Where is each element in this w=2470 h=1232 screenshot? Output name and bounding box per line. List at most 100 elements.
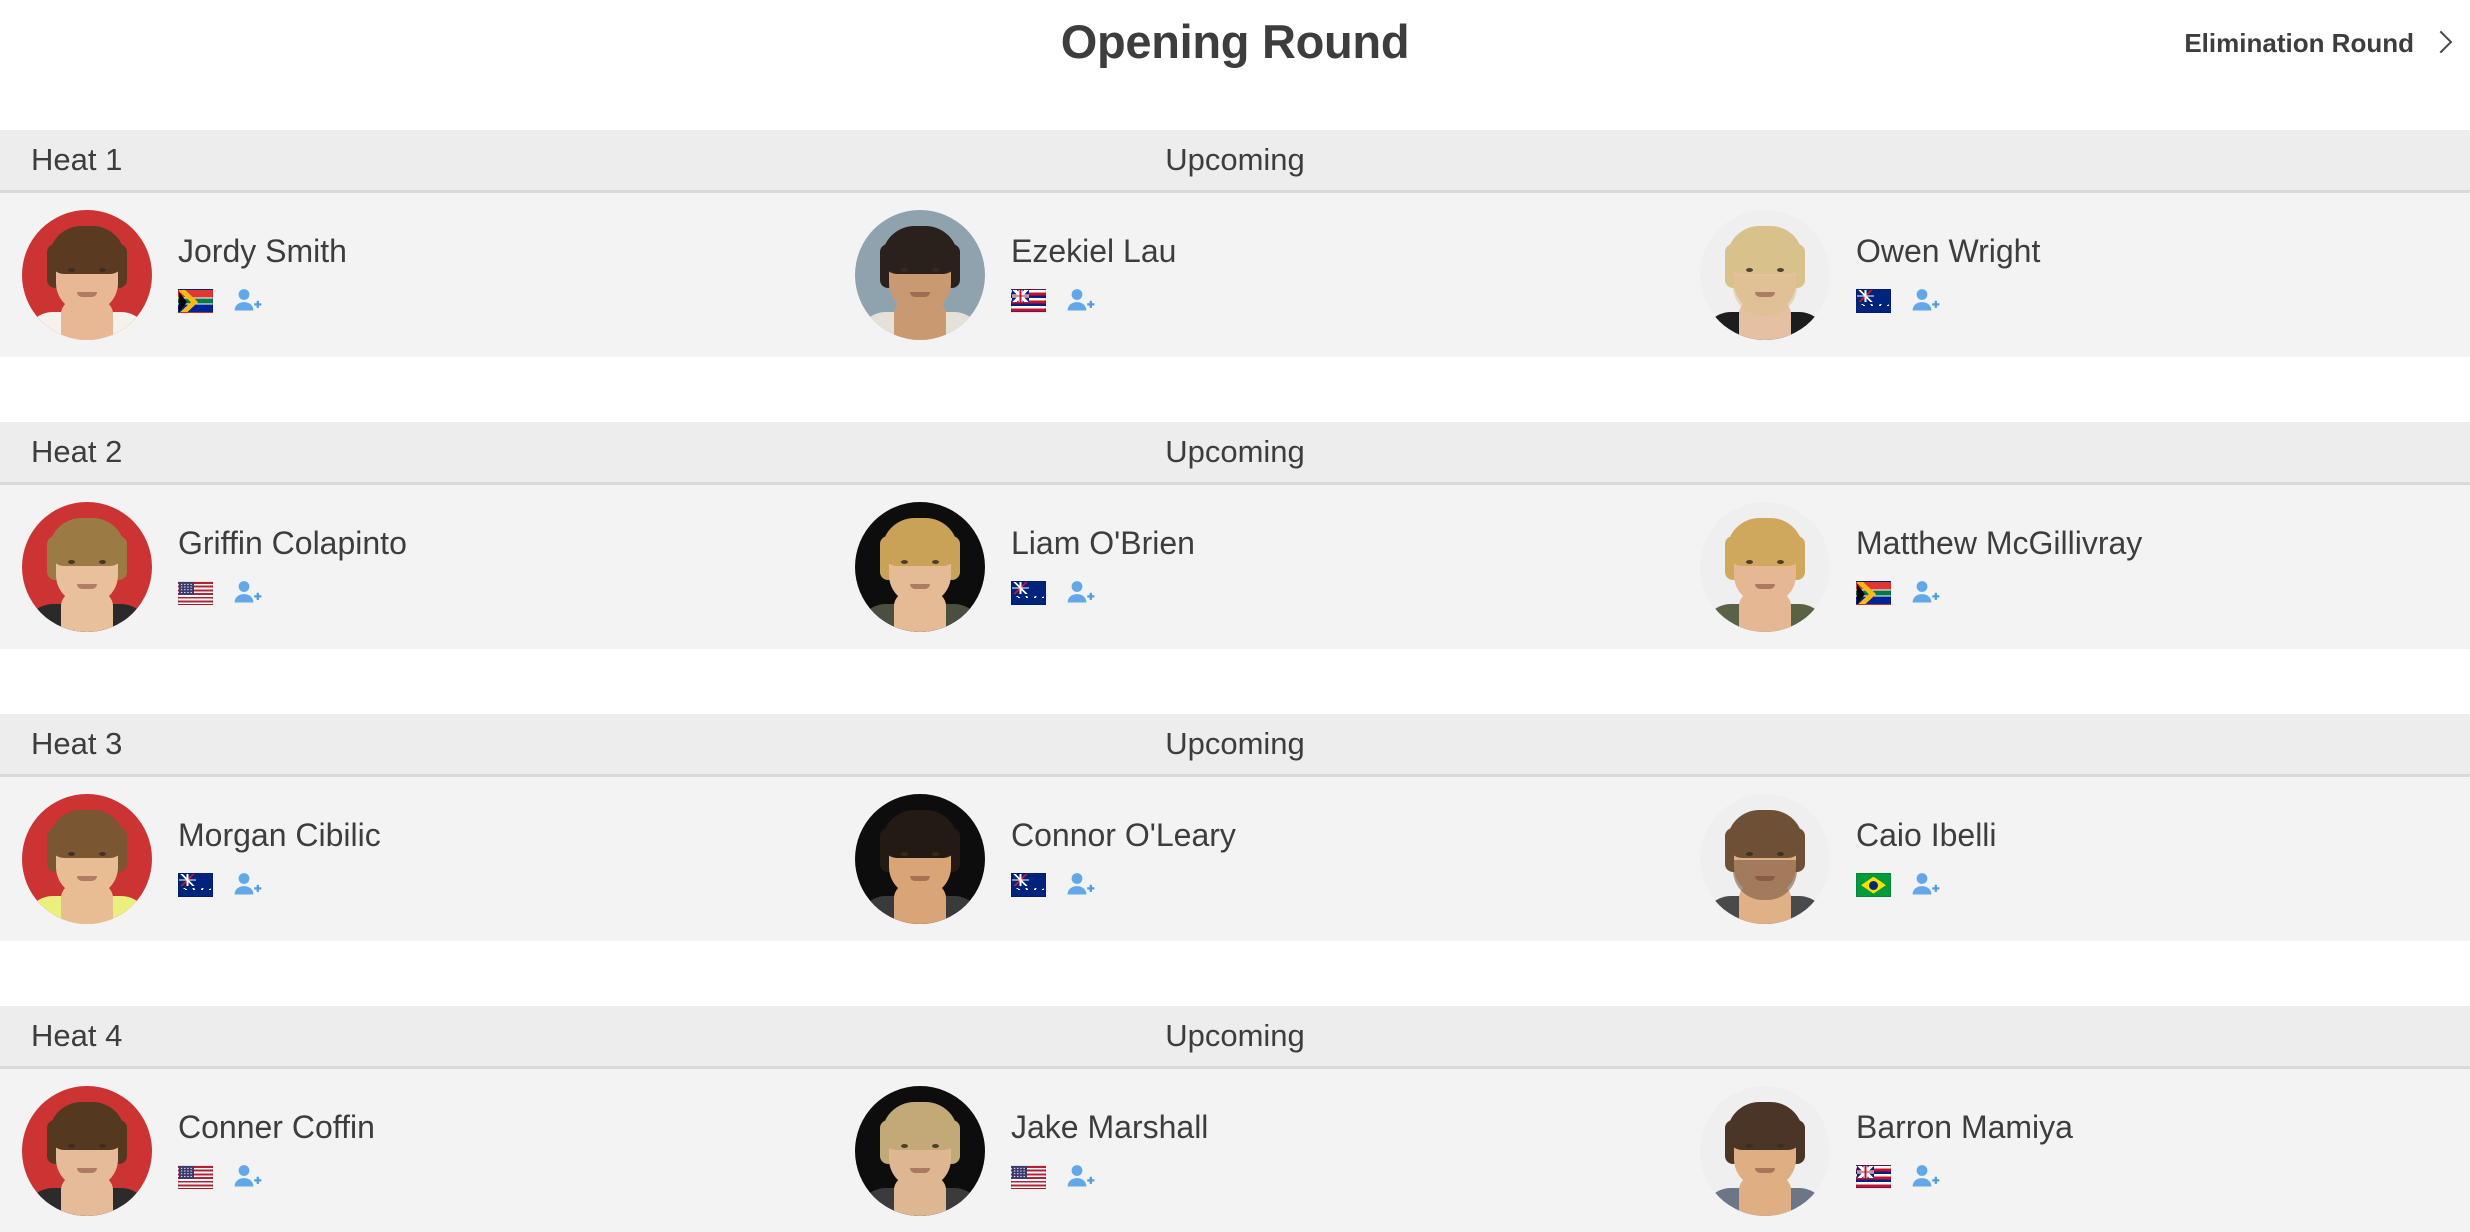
athlete-avatar[interactable]	[855, 1086, 985, 1216]
athlete-entry[interactable]: Conner Coffin	[22, 1069, 542, 1232]
athlete-entry[interactable]: Caio Ibelli	[1700, 777, 2220, 941]
heats-list: Heat 1 Upcoming Jordy Smith Ezekiel Lau …	[0, 130, 2470, 1232]
athlete-entry[interactable]: Owen Wright	[1700, 193, 2220, 357]
add-person-icon[interactable]	[232, 870, 262, 900]
athlete-portrait	[1700, 502, 1830, 632]
athlete-entry[interactable]: Griffin Colapinto	[22, 485, 542, 649]
athlete-info: Ezekiel Lau	[1011, 232, 1177, 316]
athlete-meta	[178, 286, 347, 316]
heat-status: Upcoming	[1165, 434, 1305, 469]
athlete-name: Morgan Cibilic	[178, 816, 381, 853]
athlete-portrait	[1700, 210, 1830, 340]
athlete-entry[interactable]: Jake Marshall	[855, 1069, 1375, 1232]
athlete-portrait	[22, 1086, 152, 1216]
athlete-name: Owen Wright	[1856, 232, 2041, 269]
athlete-entry[interactable]: Jordy Smith	[22, 193, 542, 357]
athlete-avatar[interactable]	[1700, 1086, 1830, 1216]
athlete-info: Liam O'Brien	[1011, 524, 1195, 608]
add-person-icon[interactable]	[1065, 1162, 1095, 1192]
brazil-flag	[1856, 873, 1891, 898]
athlete-info: Conner Coffin	[178, 1108, 375, 1192]
athlete-name: Ezekiel Lau	[1011, 232, 1177, 269]
heat-athletes-row: Jordy Smith Ezekiel Lau Owen Wright	[0, 193, 2470, 357]
heat-athletes-row: Conner Coffin Jake Marshall Barron Mamiy…	[0, 1069, 2470, 1232]
athlete-name: Liam O'Brien	[1011, 524, 1195, 561]
athlete-meta	[1856, 1162, 2073, 1192]
athlete-name: Matthew McGillivray	[1856, 524, 2143, 561]
heat-status: Upcoming	[1165, 1018, 1305, 1053]
athlete-portrait	[22, 210, 152, 340]
add-person-icon[interactable]	[232, 1162, 262, 1192]
athlete-entry[interactable]: Morgan Cibilic	[22, 777, 542, 941]
athlete-entry[interactable]: Connor O'Leary	[855, 777, 1375, 941]
hawaii-flag	[1011, 289, 1046, 314]
athlete-portrait	[855, 502, 985, 632]
athlete-info: Jordy Smith	[178, 232, 347, 316]
add-person-icon[interactable]	[1065, 578, 1095, 608]
athlete-avatar[interactable]	[1700, 210, 1830, 340]
athlete-info: Connor O'Leary	[1011, 816, 1236, 900]
athlete-avatar[interactable]	[22, 794, 152, 924]
page-title: Opening Round	[1060, 15, 1410, 68]
athlete-avatar[interactable]	[22, 210, 152, 340]
add-person-icon[interactable]	[1065, 870, 1095, 900]
athlete-portrait	[855, 210, 985, 340]
athlete-meta	[1856, 578, 2142, 608]
add-person-icon[interactable]	[1065, 286, 1095, 316]
athlete-portrait	[1700, 794, 1830, 924]
athlete-name: Jake Marshall	[1011, 1108, 1209, 1145]
athlete-name: Caio Ibelli	[1856, 816, 1997, 853]
add-person-icon[interactable]	[1910, 1162, 1940, 1192]
athlete-entry[interactable]: Barron Mamiya	[1700, 1069, 2220, 1232]
athlete-avatar[interactable]	[22, 1086, 152, 1216]
next-round-label: Elimination Round	[2184, 28, 2414, 58]
heat-block: Heat 4 Upcoming Conner Coffin Jake Marsh…	[0, 1006, 2470, 1232]
athlete-name: Conner Coffin	[178, 1108, 375, 1145]
australia-flag	[1011, 873, 1046, 898]
athlete-name: Connor O'Leary	[1011, 816, 1236, 853]
heat-athletes-row: Morgan Cibilic Connor O'Leary Caio Ibell…	[0, 777, 2470, 941]
athlete-avatar[interactable]	[855, 502, 985, 632]
athlete-meta	[1011, 286, 1176, 316]
athlete-portrait	[1700, 1086, 1830, 1216]
heat-header: Heat 4 Upcoming	[0, 1006, 2470, 1069]
heat-athletes-row: Griffin Colapinto Liam O'Brien Matthew M…	[0, 485, 2470, 649]
add-person-icon[interactable]	[1910, 578, 1940, 608]
south-africa-flag	[178, 289, 213, 314]
hawaii-flag	[1856, 1165, 1891, 1190]
athlete-avatar[interactable]	[1700, 502, 1830, 632]
athlete-name: Jordy Smith	[178, 232, 347, 269]
athlete-meta	[1856, 286, 2040, 316]
add-person-icon[interactable]	[1910, 870, 1940, 900]
athlete-entry[interactable]: Matthew McGillivray	[1700, 485, 2220, 649]
heat-header: Heat 3 Upcoming	[0, 714, 2470, 777]
athlete-entry[interactable]: Ezekiel Lau	[855, 193, 1375, 357]
add-person-icon[interactable]	[232, 578, 262, 608]
add-person-icon[interactable]	[1910, 286, 1940, 316]
athlete-meta	[178, 1162, 375, 1192]
heat-header: Heat 1 Upcoming	[0, 130, 2470, 193]
athlete-info: Barron Mamiya	[1856, 1109, 2073, 1192]
add-person-icon[interactable]	[232, 286, 262, 316]
athlete-meta	[1011, 870, 1236, 900]
athlete-meta	[1011, 578, 1195, 608]
athlete-meta	[178, 578, 407, 608]
australia-flag	[1011, 581, 1046, 606]
athlete-entry[interactable]: Liam O'Brien	[855, 485, 1375, 649]
athlete-info: Griffin Colapinto	[178, 525, 407, 608]
athlete-portrait	[22, 502, 152, 632]
page-header: Opening Round Elimination Round	[0, 0, 2470, 130]
heat-block: Heat 1 Upcoming Jordy Smith Ezekiel Lau …	[0, 130, 2470, 357]
heat-block: Heat 2 Upcoming Griffin Colapinto Liam O…	[0, 422, 2470, 649]
heat-header: Heat 2 Upcoming	[0, 422, 2470, 485]
heat-status: Upcoming	[1165, 726, 1305, 761]
athlete-info: Caio Ibelli	[1856, 816, 1997, 900]
next-round-link[interactable]: Elimination Round	[2184, 28, 2450, 59]
athlete-avatar[interactable]	[22, 502, 152, 632]
usa-flag	[1011, 1165, 1046, 1190]
athlete-avatar[interactable]	[1700, 794, 1830, 924]
athlete-portrait	[855, 794, 985, 924]
athlete-info: Owen Wright	[1856, 232, 2041, 316]
athlete-avatar[interactable]	[855, 210, 985, 340]
athlete-avatar[interactable]	[855, 794, 985, 924]
